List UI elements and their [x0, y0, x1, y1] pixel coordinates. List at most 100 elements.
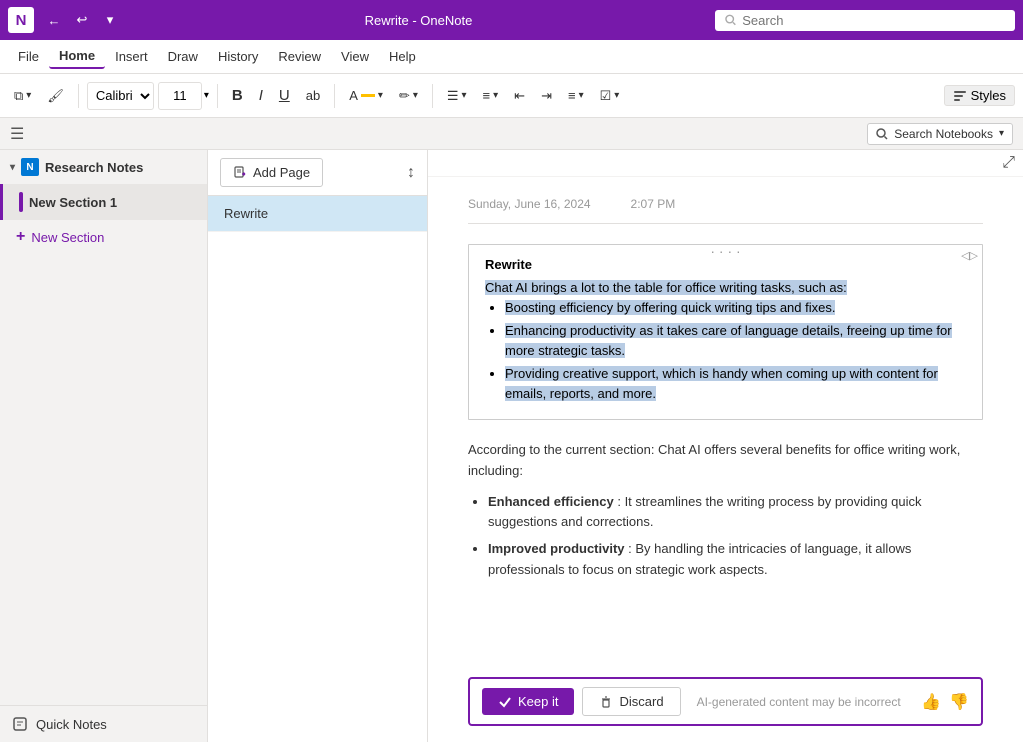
add-page-icon	[233, 166, 247, 180]
note-time: 2:07 PM	[631, 197, 676, 211]
task-icon: ☑	[600, 88, 612, 104]
indent-decrease-button[interactable]: ⇤	[508, 80, 531, 112]
menu-draw[interactable]: Draw	[158, 45, 208, 68]
underline-button[interactable]: U	[273, 80, 296, 112]
styles-button[interactable]: Styles	[944, 85, 1015, 106]
font-color-bar	[361, 94, 375, 97]
sidebar: ▾ N Research Notes New Section 1 + New S…	[0, 150, 208, 742]
ai-bullet-list: Enhanced efficiency : It streamlines the…	[468, 492, 983, 581]
separator-3	[334, 84, 335, 108]
bullet-list-button[interactable]: ☰ ▾	[441, 80, 473, 112]
highlight-icon: ✏	[399, 88, 410, 104]
notebook-label: Research Notes	[45, 160, 143, 175]
note-box-content: Chat AI brings a lot to the table for of…	[485, 278, 966, 403]
add-page-button[interactable]: Add Page	[220, 158, 323, 187]
ai-bullet-1-term: Enhanced efficiency	[488, 494, 614, 509]
plus-icon: +	[16, 228, 25, 246]
indent-decrease-icon: ⇤	[514, 88, 525, 104]
menu-home[interactable]: Home	[49, 44, 105, 69]
menu-view[interactable]: View	[331, 45, 379, 68]
ai-bullet-1: Enhanced efficiency : It streamlines the…	[488, 492, 983, 534]
section-item-new-section-1[interactable]: New Section 1	[0, 184, 207, 220]
font-select[interactable]: Calibri	[87, 82, 154, 110]
keep-it-label: Keep it	[518, 694, 558, 709]
font-size-dropdown[interactable]: ▾	[204, 90, 209, 101]
numbered-list-button[interactable]: ≡ ▾	[477, 80, 505, 112]
toolbar: ⧉ ▾ 🖌 Calibri ▾ B I U ab A ▾ ✏ ▾ ☰ ▾ ≡ ▾…	[0, 74, 1023, 118]
quick-notes-icon	[12, 716, 28, 732]
ai-action-bar: Keep it Discard AI-generated content may…	[468, 677, 983, 726]
note-box-handle: · · · ·	[710, 243, 740, 259]
ai-bullet-2-term: Improved productivity	[488, 541, 625, 556]
main-layout: ▾ N Research Notes New Section 1 + New S…	[0, 150, 1023, 742]
new-section-label: New Section	[31, 230, 104, 245]
menu-history[interactable]: History	[208, 45, 268, 68]
notebook-item[interactable]: ▾ N Research Notes	[0, 150, 207, 184]
note-bullet-1: Boosting efficiency by offering quick wr…	[505, 298, 966, 318]
separator-2	[217, 84, 218, 108]
menu-review[interactable]: Review	[268, 45, 331, 68]
search-notebooks-label: Search Notebooks	[894, 127, 993, 141]
sidebar-spacer	[0, 254, 207, 705]
note-bullet-2: Enhancing productivity as it takes care …	[505, 321, 966, 360]
highlight-button[interactable]: ✏ ▾	[393, 80, 424, 112]
task-dropdown: ▾	[614, 90, 619, 101]
note-bullet-3: Providing creative support, which is han…	[505, 364, 966, 403]
menu-file[interactable]: File	[8, 45, 49, 68]
note-box[interactable]: · · · · ◁▷ Rewrite Chat AI brings a lot …	[468, 244, 983, 420]
undo-button[interactable]: ↩	[70, 8, 94, 32]
font-color-button[interactable]: A ▾	[343, 80, 389, 112]
search-input[interactable]	[742, 13, 1005, 28]
command-bar: ☰ Search Notebooks ▾	[0, 118, 1023, 150]
thumbs-up-button[interactable]: 👍	[921, 692, 941, 712]
sort-button[interactable]: ↕	[407, 164, 415, 182]
window-title: Rewrite - OneNote	[130, 13, 707, 28]
format-painter-button[interactable]: 🖌	[41, 80, 70, 112]
indent-increase-button[interactable]: ⇥	[535, 80, 558, 112]
new-section-button[interactable]: + New Section	[0, 220, 207, 254]
font-size-input[interactable]	[158, 82, 202, 110]
note-bullet-list: Boosting efficiency by offering quick wr…	[485, 298, 966, 404]
align-button[interactable]: ≡ ▾	[562, 80, 590, 112]
styles-icon	[953, 89, 967, 103]
quick-notes-button[interactable]: Quick Notes	[0, 705, 207, 742]
note-box-title: Rewrite	[485, 257, 966, 272]
separator-1	[78, 84, 79, 108]
align-icon: ≡	[568, 88, 576, 103]
ai-content-section: According to the current section: Chat A…	[468, 440, 983, 581]
resize-handle[interactable]: ◁▷	[961, 249, 978, 262]
clipboard-button[interactable]: ⧉ ▾	[8, 80, 37, 112]
italic-button[interactable]: I	[253, 80, 269, 112]
title-bar: N ← ↩ ▾ Rewrite - OneNote	[0, 0, 1023, 40]
chevron-down-icon: ▾	[10, 162, 15, 173]
page-item-rewrite[interactable]: Rewrite	[208, 196, 427, 232]
menu-help[interactable]: Help	[379, 45, 426, 68]
note-meta: Sunday, June 16, 2024 2:07 PM	[468, 197, 983, 224]
align-dropdown: ▾	[579, 90, 584, 101]
task-button[interactable]: ☑ ▾	[594, 80, 626, 112]
ai-bullet-2: Improved productivity : By handling the …	[488, 539, 983, 581]
title-search-box[interactable]	[715, 10, 1015, 31]
expand-button[interactable]: ⤢	[1002, 154, 1015, 172]
num-dropdown: ▾	[493, 90, 498, 101]
back-button[interactable]: ←	[42, 8, 66, 32]
add-page-label: Add Page	[253, 165, 310, 180]
thumbs-down-button[interactable]: 👎	[949, 692, 969, 712]
styles-label: Styles	[971, 88, 1006, 103]
bold-button[interactable]: B	[226, 80, 249, 112]
title-bar-controls: ← ↩ ▾	[42, 8, 122, 32]
search-notebooks-icon	[876, 128, 888, 140]
keep-it-button[interactable]: Keep it	[482, 688, 574, 715]
discard-button[interactable]: Discard	[582, 687, 680, 716]
menu-insert[interactable]: Insert	[105, 45, 158, 68]
note-date: Sunday, June 16, 2024	[468, 197, 591, 211]
hamburger-icon[interactable]: ☰	[10, 124, 24, 144]
checkmark-icon	[498, 695, 512, 709]
dropdown-button[interactable]: ▾	[98, 8, 122, 32]
clipboard-icon: ⧉	[14, 88, 23, 104]
font-color-dropdown: ▾	[378, 90, 383, 101]
search-notebooks-button[interactable]: Search Notebooks ▾	[867, 123, 1013, 145]
trash-icon	[599, 695, 613, 709]
strikethrough-button[interactable]: ab	[300, 80, 326, 112]
bullet-list-icon: ☰	[447, 88, 459, 104]
